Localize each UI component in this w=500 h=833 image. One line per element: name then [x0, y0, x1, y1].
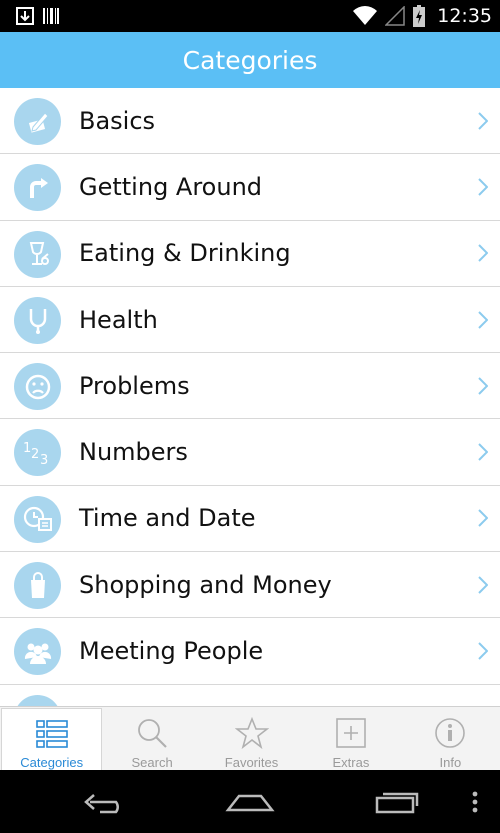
- category-row-numbers[interactable]: 1 2 3 Numbers: [0, 419, 500, 486]
- category-row-time-date[interactable]: Time and Date: [0, 486, 500, 553]
- category-row-meeting-people[interactable]: Meeting People: [0, 618, 500, 685]
- stethoscope-icon: [14, 296, 61, 344]
- category-label: Numbers: [79, 438, 188, 467]
- tab-label: Categories: [20, 755, 84, 770]
- category-row-shopping-money[interactable]: Shopping and Money: [0, 552, 500, 619]
- numbers-123-icon: 1 2 3: [14, 429, 61, 477]
- back-button[interactable]: [70, 770, 140, 833]
- category-row-health[interactable]: Health: [0, 287, 500, 354]
- category-icon-partial: [14, 694, 61, 706]
- barcode-notification-icon: [43, 8, 59, 24]
- recent-apps-icon: [375, 792, 419, 813]
- chevron-right-icon: [478, 576, 488, 594]
- recent-apps-button[interactable]: [362, 770, 432, 833]
- chevron-right-icon: [478, 642, 488, 660]
- category-label: Health: [79, 305, 158, 334]
- tab-label: Extras: [332, 755, 370, 770]
- list-icon: [35, 720, 68, 748]
- title-bar: Categories: [0, 32, 500, 88]
- bottom-tab-bar: Categories Search Favorites Extras Info: [0, 706, 500, 771]
- people-group-icon: [14, 628, 61, 676]
- info-icon: [435, 718, 466, 748]
- tab-label: Search: [131, 755, 173, 770]
- overflow-menu-button[interactable]: [460, 770, 490, 833]
- category-label: Getting Around: [79, 172, 263, 201]
- battery-icon: [413, 5, 426, 27]
- tab-favorites[interactable]: Favorites: [202, 707, 301, 771]
- category-list: Basics Getting Around Eating & Drinking: [0, 88, 500, 706]
- pencil-paper-icon: [14, 98, 61, 145]
- tab-extras[interactable]: Extras: [301, 707, 400, 771]
- tab-label: Favorites: [224, 755, 279, 770]
- category-label: Eating & Drinking: [79, 239, 291, 268]
- svg-text:2: 2: [31, 447, 39, 462]
- chevron-right-icon: [478, 111, 488, 130]
- home-button[interactable]: [215, 770, 285, 833]
- svg-text:3: 3: [40, 453, 48, 468]
- category-row-eating-drinking[interactable]: Eating & Drinking: [0, 221, 500, 287]
- category-label: Basics: [79, 106, 156, 135]
- category-row-partial[interactable]: [0, 685, 500, 706]
- tab-label: Info: [439, 755, 462, 770]
- chevron-right-icon: [478, 244, 488, 262]
- chevron-right-icon: [478, 310, 488, 329]
- category-row-problems[interactable]: Problems: [0, 353, 500, 420]
- category-label: Shopping and Money: [79, 570, 332, 599]
- signal-icon: [385, 6, 405, 26]
- shopping-bag-icon: [14, 562, 61, 610]
- wine-glass-icon: [14, 230, 61, 278]
- sad-face-icon: [14, 363, 61, 411]
- download-notification-icon: [16, 7, 34, 25]
- status-time: 12:35: [437, 5, 492, 27]
- chevron-right-icon: [478, 509, 488, 528]
- category-label: Problems: [79, 371, 190, 400]
- clock-calendar-icon: [14, 495, 61, 543]
- status-bar: 12:35: [0, 0, 500, 32]
- wifi-icon: [353, 6, 378, 26]
- tab-search[interactable]: Search: [102, 707, 201, 771]
- search-icon: [138, 719, 167, 748]
- tab-info[interactable]: Info: [401, 707, 500, 771]
- category-row-basics[interactable]: Basics: [0, 88, 500, 155]
- star-icon: [234, 717, 269, 749]
- chevron-right-icon: [478, 443, 488, 461]
- home-icon: [225, 794, 275, 811]
- system-nav-bar: [0, 770, 500, 833]
- back-arrow-icon: [84, 793, 119, 813]
- plus-box-icon: [336, 718, 366, 748]
- category-label: Time and Date: [79, 504, 256, 533]
- turn-right-arrow-icon: [14, 164, 61, 212]
- page-title: Categories: [182, 45, 318, 75]
- category-row-getting-around[interactable]: Getting Around: [0, 154, 500, 221]
- tab-categories[interactable]: Categories: [1, 708, 103, 771]
- overflow-menu-icon: [472, 791, 478, 812]
- category-label: Meeting People: [79, 637, 264, 666]
- chevron-right-icon: [478, 178, 488, 196]
- chevron-right-icon: [478, 377, 488, 395]
